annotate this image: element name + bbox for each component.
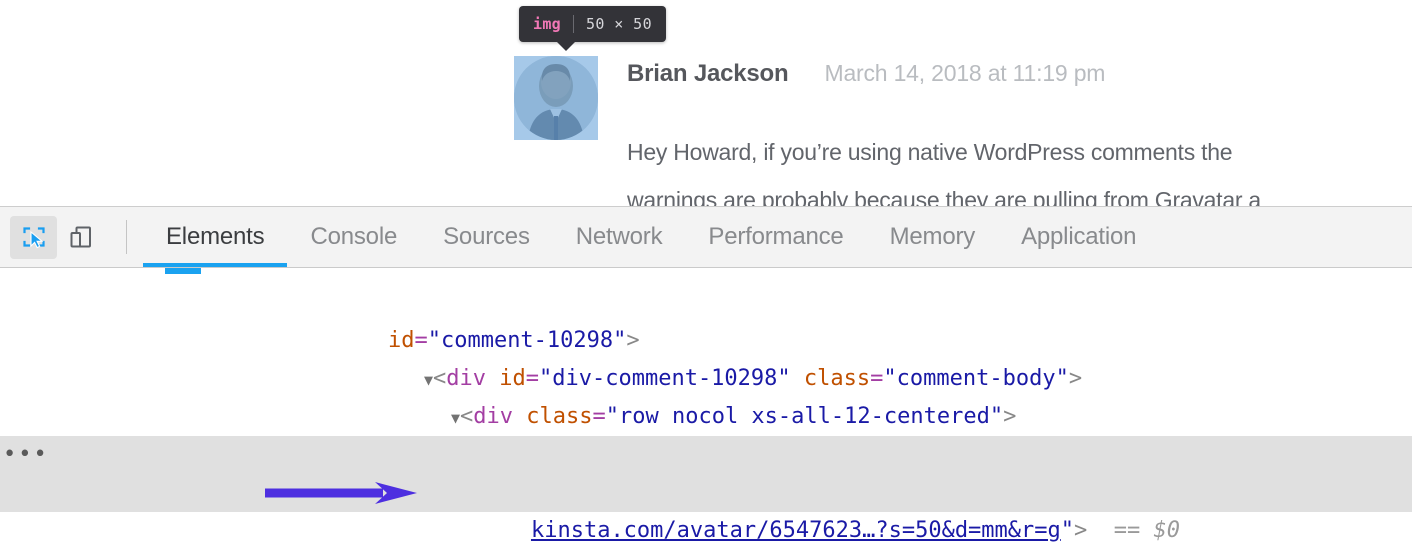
devtools-panel: Elements Console Sources Network Perform… [0, 206, 1412, 552]
avatar [514, 56, 598, 140]
tooltip-dimensions: 50 × 50 [586, 15, 653, 33]
toolbar-divider [126, 220, 127, 254]
tab-network-label: Network [575, 223, 663, 250]
tab-console[interactable]: Console [287, 207, 420, 267]
element-inspect-tooltip: img 50 × 50 [519, 6, 667, 42]
tooltip-separator [573, 15, 574, 33]
comment-header: Brian Jackson March 14, 2018 at 11:19 pm [627, 60, 1105, 88]
tab-console-label: Console [310, 223, 398, 250]
devtools-toolbar: Elements Console Sources Network Perform… [0, 207, 1412, 268]
dom-row-clipped-wrapper: ▼<li class="comment byuser comment-autho… [0, 268, 1412, 284]
comment-body-line-2: warnings are probably because they are p… [627, 187, 1261, 206]
dom-row-div-avatar[interactable]: ▼<div class="avatar--round mr--20"> [0, 398, 1412, 467]
tab-performance-label: Performance [708, 223, 844, 250]
devtools-tab-bar: Elements Console Sources Network Perform… [143, 207, 1159, 267]
tab-application-label: Application [1021, 223, 1137, 250]
tab-sources-label: Sources [443, 223, 530, 250]
dom-row-img-selected-continued[interactable]: kinsta.com/avatar/6547623…?s=50&d=mm&r=g… [0, 474, 1412, 543]
tab-elements[interactable]: Elements [143, 207, 288, 267]
comment-author-name: Brian Jackson [627, 60, 789, 87]
tooltip-pointer [556, 41, 576, 51]
tab-sources[interactable]: Sources [420, 207, 553, 267]
device-toolbar-button[interactable] [57, 216, 104, 259]
tooltip-tag-name: img [533, 15, 561, 33]
dom-row-img-selected[interactable]: •••<img alt="Gravatar for this comment's… [0, 436, 1412, 505]
dom-row-close-div[interactable]: </div> [0, 512, 1412, 550]
dom-tree[interactable]: ▼<li class="comment byuser comment-autho… [0, 268, 1412, 552]
dom-row-div-row[interactable]: ▼<div class="row nocol xs-all-12-centere… [0, 360, 1412, 429]
web-page-area: img 50 × 50 Brian Jackson March 14, 2018… [0, 0, 1412, 206]
tab-performance[interactable]: Performance [685, 207, 866, 267]
tab-elements-label: Elements [166, 223, 265, 250]
comment-date: March 14, 2018 at 11:19 pm [824, 60, 1106, 86]
avatar-inspect-highlight [514, 56, 598, 140]
inspect-element-icon [22, 227, 45, 249]
tab-application[interactable]: Application [998, 207, 1159, 267]
inspect-element-button[interactable] [10, 215, 57, 259]
tab-memory-label: Memory [889, 223, 976, 250]
dom-row-div-comment-body[interactable]: ▼<div id="div-comment-10298" class="comm… [0, 322, 1412, 391]
comment-body-text: Hey Howard, if you’re using native WordP… [627, 128, 1402, 206]
device-toolbar-icon [70, 226, 91, 248]
selected-row-dots[interactable]: ••• [3, 436, 49, 474]
tab-memory[interactable]: Memory [867, 207, 998, 267]
annotation-arrow [265, 482, 417, 504]
comment-body-line-1: Hey Howard, if you’re using native WordP… [627, 139, 1233, 165]
screenshot-root: img 50 × 50 Brian Jackson March 14, 2018… [0, 0, 1412, 552]
tab-network[interactable]: Network [553, 207, 686, 267]
dom-row-li-id[interactable]: id="comment-10298"> [0, 284, 1412, 353]
dom-row-li[interactable]: ▼<li class="comment byuser comment-autho… [0, 268, 1412, 284]
